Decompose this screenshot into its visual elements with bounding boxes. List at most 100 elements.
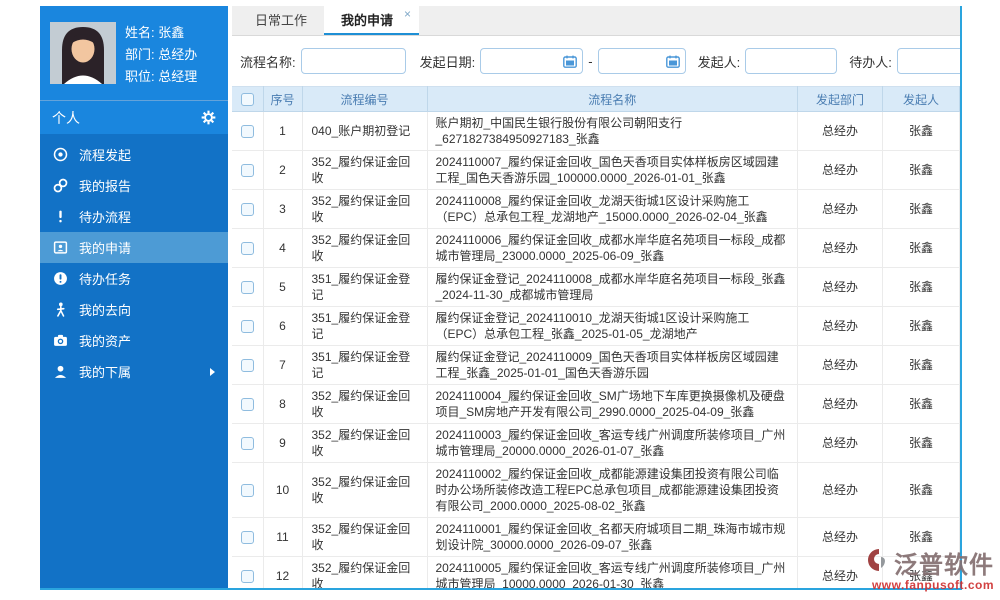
initiating-dept: 总经办 (797, 384, 883, 424)
initiator-name: 张鑫 (882, 345, 960, 385)
initiator-name: 张鑫 (882, 306, 960, 346)
row-checkbox[interactable] (240, 359, 254, 373)
process-name-link[interactable]: 履约保证金登记_2024110010_龙湖天街城1区设计采购施工 （EPC）总承… (426, 306, 798, 346)
row-index: 11 (262, 517, 303, 557)
date-from-input[interactable] (480, 48, 584, 74)
assignee-input[interactable] (896, 48, 960, 74)
fanpu-logo-icon (866, 548, 892, 577)
process-code: 351_履约保证金登记 (301, 267, 428, 307)
table-row: 1 040_账户期初登记 账户期初_中国民生银行股份有限公司朝阳支行_62718… (232, 111, 960, 151)
row-checkbox[interactable] (240, 203, 254, 217)
process-name-link[interactable]: 2024110003_履约保证金回收_客运专线广州调度所装修项目_广州城市管理局… (426, 423, 798, 463)
table-row: 12 352_履约保证金回收 2024110005_履约保证金回收_客运专线广州… (232, 556, 960, 588)
initiator-input[interactable] (745, 48, 838, 74)
watermark-url: www.fanpusoft.com (871, 578, 994, 592)
process-table-container: 序号 流程编号 流程名称 发起部门 发起人 1 040_账户期初登记 账户期初_… (232, 86, 960, 588)
app-window: 姓名: 张鑫 部门: 总经办 职位: 总经理 个人 流程发起 我的报告 待办流程… (40, 6, 962, 590)
process-name-link[interactable]: 履约保证金登记_2024110008_成都水岸华庭名苑项目一标段_张鑫_2024… (426, 267, 798, 307)
row-index: 8 (262, 384, 303, 424)
idcard-icon (53, 240, 68, 255)
assignee-label: 待办人: (849, 54, 892, 70)
column-header-index: 序号 (262, 86, 303, 112)
sidebar-item-my-subordinates[interactable]: 我的下属 (40, 356, 228, 387)
chevron-right-icon (210, 367, 215, 376)
process-code: 040_账户期初登记 (301, 111, 428, 151)
process-name-input[interactable] (300, 48, 406, 74)
close-icon[interactable]: × (404, 8, 411, 20)
column-header-name: 流程名称 (426, 86, 798, 112)
row-checkbox[interactable] (240, 281, 254, 295)
table-row: 9 352_履约保证金回收 2024110003_履约保证金回收_客运专线广州调… (232, 423, 960, 463)
initiator-name: 张鑫 (882, 267, 960, 307)
process-name-label: 流程名称: (240, 54, 296, 70)
main-area: 日常工作 我的申请 × 流程名称: 发起日期: - 发起人: 待办人: 序号 流… (228, 6, 960, 588)
row-index: 4 (262, 228, 303, 268)
sidebar-item-my-reports[interactable]: 我的报告 (40, 170, 228, 201)
initiating-dept: 总经办 (797, 423, 883, 463)
initiator-label: 发起人: (697, 54, 741, 70)
sidebar-item-process-start[interactable]: 流程发起 (40, 139, 228, 170)
process-code: 352_履约保证金回收 (301, 189, 428, 229)
initiator-name: 张鑫 (882, 423, 960, 463)
row-checkbox[interactable] (240, 484, 254, 498)
sidebar-item-my-whereabouts[interactable]: 我的去向 (40, 294, 228, 325)
row-checkbox[interactable] (240, 164, 254, 178)
select-all-checkbox[interactable] (240, 93, 254, 107)
table-row: 7 351_履约保证金登记 履约保证金登记_2024110009_国色天香项目实… (232, 345, 960, 385)
row-index: 1 (262, 111, 303, 151)
sidebar-item-my-applications[interactable]: 我的申请 (40, 232, 228, 263)
row-checkbox[interactable] (240, 320, 254, 334)
gear-icon[interactable] (201, 110, 216, 125)
walking-person-icon (53, 302, 68, 317)
process-name-link[interactable]: 2024110002_履约保证金回收_成都能源建设集团投资有限公司临时办公场所装… (426, 462, 798, 518)
process-name-link[interactable]: 2024110006_履约保证金回收_成都水岸华庭名苑项目一标段_成都城市管理局… (426, 228, 798, 268)
process-name-link[interactable]: 2024110004_履约保证金回收_SM广场地下车库更换摄像机及硬盘项目_SM… (426, 384, 798, 424)
watermark-brand: 泛普软件 (894, 552, 994, 579)
initiator-name: 张鑫 (882, 228, 960, 268)
sidebar-item-pending-tasks[interactable]: 待办任务 (40, 263, 228, 294)
row-index: 7 (262, 345, 303, 385)
table-row: 4 352_履约保证金回收 2024110006_履约保证金回收_成都水岸华庭名… (232, 228, 960, 268)
row-checkbox[interactable] (240, 398, 254, 412)
row-index: 2 (262, 150, 303, 190)
row-checkbox[interactable] (240, 125, 254, 139)
column-header-dept: 发起部门 (797, 86, 883, 112)
row-checkbox[interactable] (240, 531, 254, 545)
process-name-link[interactable]: 2024110008_履约保证金回收_龙湖天街城1区设计采购施工 （EPC）总承… (426, 189, 798, 229)
process-name-link[interactable]: 2024110007_履约保证金回收_国色天香项目实体样板房区域园建工程_国色天… (426, 150, 798, 190)
header-checkbox-cell (232, 86, 264, 112)
process-name-link[interactable]: 2024110005_履约保证金回收_客运专线广州调度所装修项目_广州城市管理局… (426, 556, 798, 588)
tab-my-applications[interactable]: 我的申请 × (324, 6, 420, 35)
person-icon (53, 364, 68, 379)
table-header-row: 序号 流程编号 流程名称 发起部门 发起人 (232, 86, 960, 112)
sidebar-item-my-assets[interactable]: 我的资产 (40, 325, 228, 356)
sidebar-section-personal[interactable]: 个人 (40, 101, 228, 134)
table-row: 2 352_履约保证金回收 2024110007_履约保证金回收_国色天香项目实… (232, 150, 960, 190)
sidebar-menu: 流程发起 我的报告 待办流程 我的申请 待办任务 我的去向 我的资产 我的下属 (40, 134, 228, 588)
row-checkbox[interactable] (240, 570, 254, 584)
table-row: 10 352_履约保证金回收 2024110002_履约保证金回收_成都能源建设… (232, 462, 960, 518)
process-name-link[interactable]: 账户期初_中国民生银行股份有限公司朝阳支行_627182738495092718… (426, 111, 798, 151)
initiator-name: 张鑫 (882, 462, 960, 518)
initiator-name: 张鑫 (882, 189, 960, 229)
tab-bar: 日常工作 我的申请 × (232, 6, 960, 36)
date-to-input[interactable] (597, 48, 686, 74)
tab-daily-work[interactable]: 日常工作 (238, 6, 324, 35)
process-name-link[interactable]: 履约保证金登记_2024110009_国色天香项目实体样板房区域园建工程_张鑫_… (426, 345, 798, 385)
date-separator: - (588, 53, 593, 69)
initiator-name: 张鑫 (882, 150, 960, 190)
process-code: 352_履约保证金回收 (301, 517, 428, 557)
table-row: 6 351_履约保证金登记 履约保证金登记_2024110010_龙湖天街城1区… (232, 306, 960, 346)
initiating-dept: 总经办 (797, 111, 883, 151)
row-checkbox[interactable] (240, 242, 254, 256)
row-index: 3 (262, 189, 303, 229)
alert-circle-icon (53, 271, 68, 286)
initiator-name: 张鑫 (882, 384, 960, 424)
sidebar-item-pending-processes[interactable]: 待办流程 (40, 201, 228, 232)
camera-icon (53, 333, 68, 348)
table-row: 5 351_履约保证金登记 履约保证金登记_2024110008_成都水岸华庭名… (232, 267, 960, 307)
row-checkbox[interactable] (240, 437, 254, 451)
process-name-link[interactable]: 2024110001_履约保证金回收_名都天府城项目二期_珠海市城市规划设计院_… (426, 517, 798, 557)
process-code: 352_履约保证金回收 (301, 462, 428, 518)
profile-title-row: 职位: 总经理 (125, 69, 198, 84)
